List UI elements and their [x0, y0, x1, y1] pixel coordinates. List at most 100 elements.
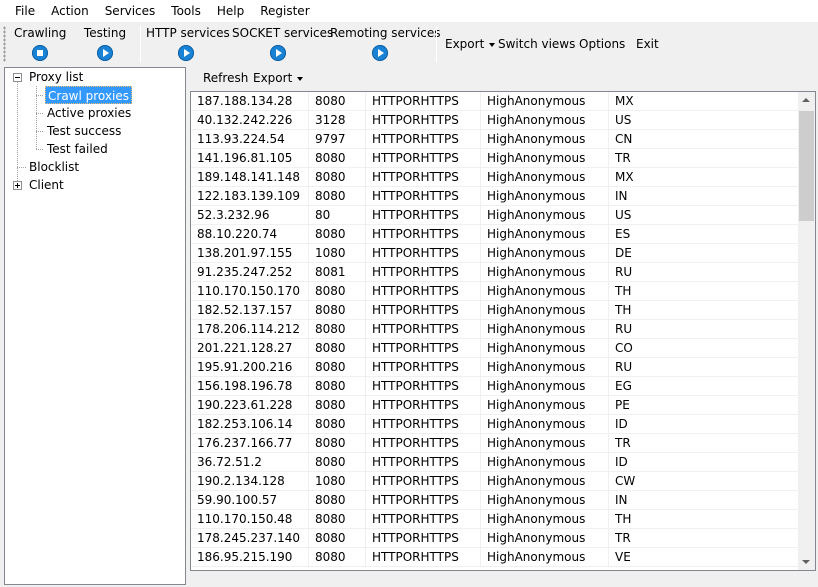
- tree-connector: [36, 131, 44, 132]
- vertical-scrollbar[interactable]: [798, 92, 815, 570]
- table-row[interactable]: 190.2.134.128 1080 HTTPORHTTPS HighAnonymou…: [191, 472, 799, 491]
- tree-connector: [36, 149, 44, 150]
- options-button[interactable]: Options: [579, 35, 625, 53]
- anonymity-cell: HighAnonymous: [481, 377, 609, 396]
- export-dropdown-button[interactable]: Export: [445, 35, 496, 53]
- port-cell: 8080: [309, 301, 366, 320]
- anonymity-cell: HighAnonymous: [481, 415, 609, 434]
- tree-item-test-failed[interactable]: Test failed: [45, 140, 110, 158]
- crawling-button[interactable]: Crawling: [14, 24, 66, 64]
- table-row[interactable]: 182.253.106.14 8080 HTTPORHTTPS HighAnonymo…: [191, 415, 799, 434]
- ip-cell: 40.132.242.226: [191, 111, 309, 130]
- proxy-grid[interactable]: 187.188.134.28 8080 HTTPORHTTPS HighAnonymo…: [190, 91, 816, 571]
- port-cell: 8080: [309, 92, 366, 111]
- table-row[interactable]: 122.183.139.109 8080 HTTPORHTTPS HighAnonym…: [191, 187, 799, 206]
- ip-cell: 91.235.247.252: [191, 263, 309, 282]
- expand-toggle-icon[interactable]: [13, 181, 22, 190]
- tree-item-test-success[interactable]: Test success: [45, 122, 123, 140]
- anonymity-cell: HighAnonymous: [481, 92, 609, 111]
- refresh-button[interactable]: Refresh: [203, 67, 248, 89]
- tree-connector: [17, 82, 18, 186]
- tree-item-blocklist[interactable]: Blocklist: [27, 158, 81, 176]
- menu-register[interactable]: Register: [252, 0, 317, 22]
- anonymity-cell: HighAnonymous: [481, 529, 609, 548]
- table-row[interactable]: 91.235.247.252 8081 HTTPORHTTPS HighAnonymo…: [191, 263, 799, 282]
- port-cell: 8080: [309, 187, 366, 206]
- collapse-toggle-icon[interactable]: [13, 73, 22, 82]
- port-cell: 3128: [309, 111, 366, 130]
- table-row[interactable]: 156.198.196.78 8080 HTTPORHTTPS HighAnonymo…: [191, 377, 799, 396]
- anonymity-cell: HighAnonymous: [481, 320, 609, 339]
- http-services-button[interactable]: HTTP services: [146, 24, 230, 64]
- export-label: Export: [445, 37, 485, 51]
- testing-button[interactable]: Testing: [83, 24, 127, 64]
- table-row[interactable]: 40.132.242.226 3128 HTTPORHTTPS HighAnonymo…: [191, 111, 799, 130]
- scrollbar-thumb[interactable]: [799, 111, 814, 221]
- table-row[interactable]: 59.90.100.57 8080 HTTPORHTTPS HighAnonymous…: [191, 491, 799, 510]
- tree-item-active-proxies[interactable]: Active proxies: [45, 104, 133, 122]
- dropdown-arrow-icon: [297, 76, 304, 81]
- country-cell: TR: [615, 531, 631, 545]
- table-row[interactable]: 110.170.150.170 8080 HTTPORHTTPS HighAnonym…: [191, 282, 799, 301]
- table-row[interactable]: 189.148.141.148 8080 HTTPORHTTPS HighAnonym…: [191, 168, 799, 187]
- menu-tools[interactable]: Tools: [163, 0, 209, 22]
- ip-cell: 59.90.100.57: [191, 491, 309, 510]
- socket-services-button[interactable]: SOCKET services: [232, 24, 333, 64]
- ip-cell: 182.52.137.157: [191, 301, 309, 320]
- country-cell: MX: [615, 170, 634, 184]
- tree-connector: [36, 95, 44, 96]
- country-cell: TR: [615, 151, 631, 165]
- table-row[interactable]: 113.93.224.54 9797 HTTPORHTTPS HighAnonymou…: [191, 130, 799, 149]
- play-icon: [372, 45, 388, 61]
- protocol-cell: HTTPORHTTPS: [366, 415, 481, 434]
- stop-icon: [32, 45, 48, 61]
- protocol-cell: HTTPORHTTPS: [366, 263, 481, 282]
- country-cell: MX: [615, 94, 634, 108]
- ip-cell: 110.170.150.170: [191, 282, 309, 301]
- scroll-down-icon[interactable]: [798, 553, 815, 570]
- remoting-services-button[interactable]: Remoting services: [330, 24, 441, 64]
- menu-services[interactable]: Services: [97, 0, 164, 22]
- protocol-cell: HTTPORHTTPS: [366, 358, 481, 377]
- table-row[interactable]: 187.188.134.28 8080 HTTPORHTTPS HighAnonymo…: [191, 92, 799, 111]
- anonymity-cell: HighAnonymous: [481, 111, 609, 130]
- table-row[interactable]: 88.10.220.74 8080 HTTPORHTTPS HighAnonymous…: [191, 225, 799, 244]
- table-row[interactable]: 178.245.237.140 8080 HTTPORHTTPS HighAnonym…: [191, 529, 799, 548]
- menu-file[interactable]: File: [7, 0, 43, 22]
- table-row[interactable]: 190.223.61.228 8080 HTTPORHTTPS HighAnonymo…: [191, 396, 799, 415]
- port-cell: 9797: [309, 130, 366, 149]
- table-row[interactable]: 182.52.137.157 8080 HTTPORHTTPS HighAnonymo…: [191, 301, 799, 320]
- table-row[interactable]: 138.201.97.155 1080 HTTPORHTTPS HighAnonymo…: [191, 244, 799, 263]
- protocol-cell: HTTPORHTTPS: [366, 187, 481, 206]
- exit-button[interactable]: Exit: [636, 35, 659, 53]
- protocol-cell: HTTPORHTTPS: [366, 244, 481, 263]
- menu-help[interactable]: Help: [209, 0, 252, 22]
- menu-action[interactable]: Action: [43, 0, 97, 22]
- protocol-cell: HTTPORHTTPS: [366, 149, 481, 168]
- country-cell: TR: [615, 436, 631, 450]
- table-row[interactable]: 52.3.232.96 80 HTTPORHTTPS HighAnonymous US: [191, 206, 799, 225]
- table-row[interactable]: 195.91.200.216 8080 HTTPORHTTPS HighAnonymo…: [191, 358, 799, 377]
- table-row[interactable]: 178.206.114.212 8080 HTTPORHTTPS HighAnonym…: [191, 320, 799, 339]
- ip-cell: 36.72.51.2: [191, 453, 309, 472]
- anonymity-cell: HighAnonymous: [481, 453, 609, 472]
- list-export-dropdown-button[interactable]: Export: [253, 67, 304, 89]
- toolbar-grip[interactable]: [3, 26, 6, 62]
- country-cell: EG: [615, 379, 632, 393]
- table-row[interactable]: 176.237.166.77 8080 HTTPORHTTPS HighAnonymo…: [191, 434, 799, 453]
- anonymity-cell: HighAnonymous: [481, 358, 609, 377]
- tree-item-proxy-list[interactable]: Proxy list: [27, 68, 85, 86]
- table-row[interactable]: 110.170.150.48 8080 HTTPORHTTPS HighAnonymo…: [191, 510, 799, 529]
- table-row[interactable]: 141.196.81.105 8080 HTTPORHTTPS HighAnonymo…: [191, 149, 799, 168]
- protocol-cell: HTTPORHTTPS: [366, 92, 481, 111]
- scroll-up-icon[interactable]: [798, 92, 815, 109]
- tree-item-crawl-proxies[interactable]: Crawl proxies: [45, 86, 132, 104]
- switch-views-button[interactable]: Switch views: [498, 35, 575, 53]
- table-row[interactable]: 186.95.215.190 8080 HTTPORHTTPS HighAnonymo…: [191, 548, 799, 567]
- country-cell: IN: [615, 493, 628, 507]
- port-cell: 8080: [309, 529, 366, 548]
- tree-item-client[interactable]: Client: [27, 176, 66, 194]
- ip-cell: 176.237.166.77: [191, 434, 309, 453]
- table-row[interactable]: 201.221.128.27 8080 HTTPORHTTPS HighAnonymo…: [191, 339, 799, 358]
- table-row[interactable]: 36.72.51.2 8080 HTTPORHTTPS HighAnonymous ID: [191, 453, 799, 472]
